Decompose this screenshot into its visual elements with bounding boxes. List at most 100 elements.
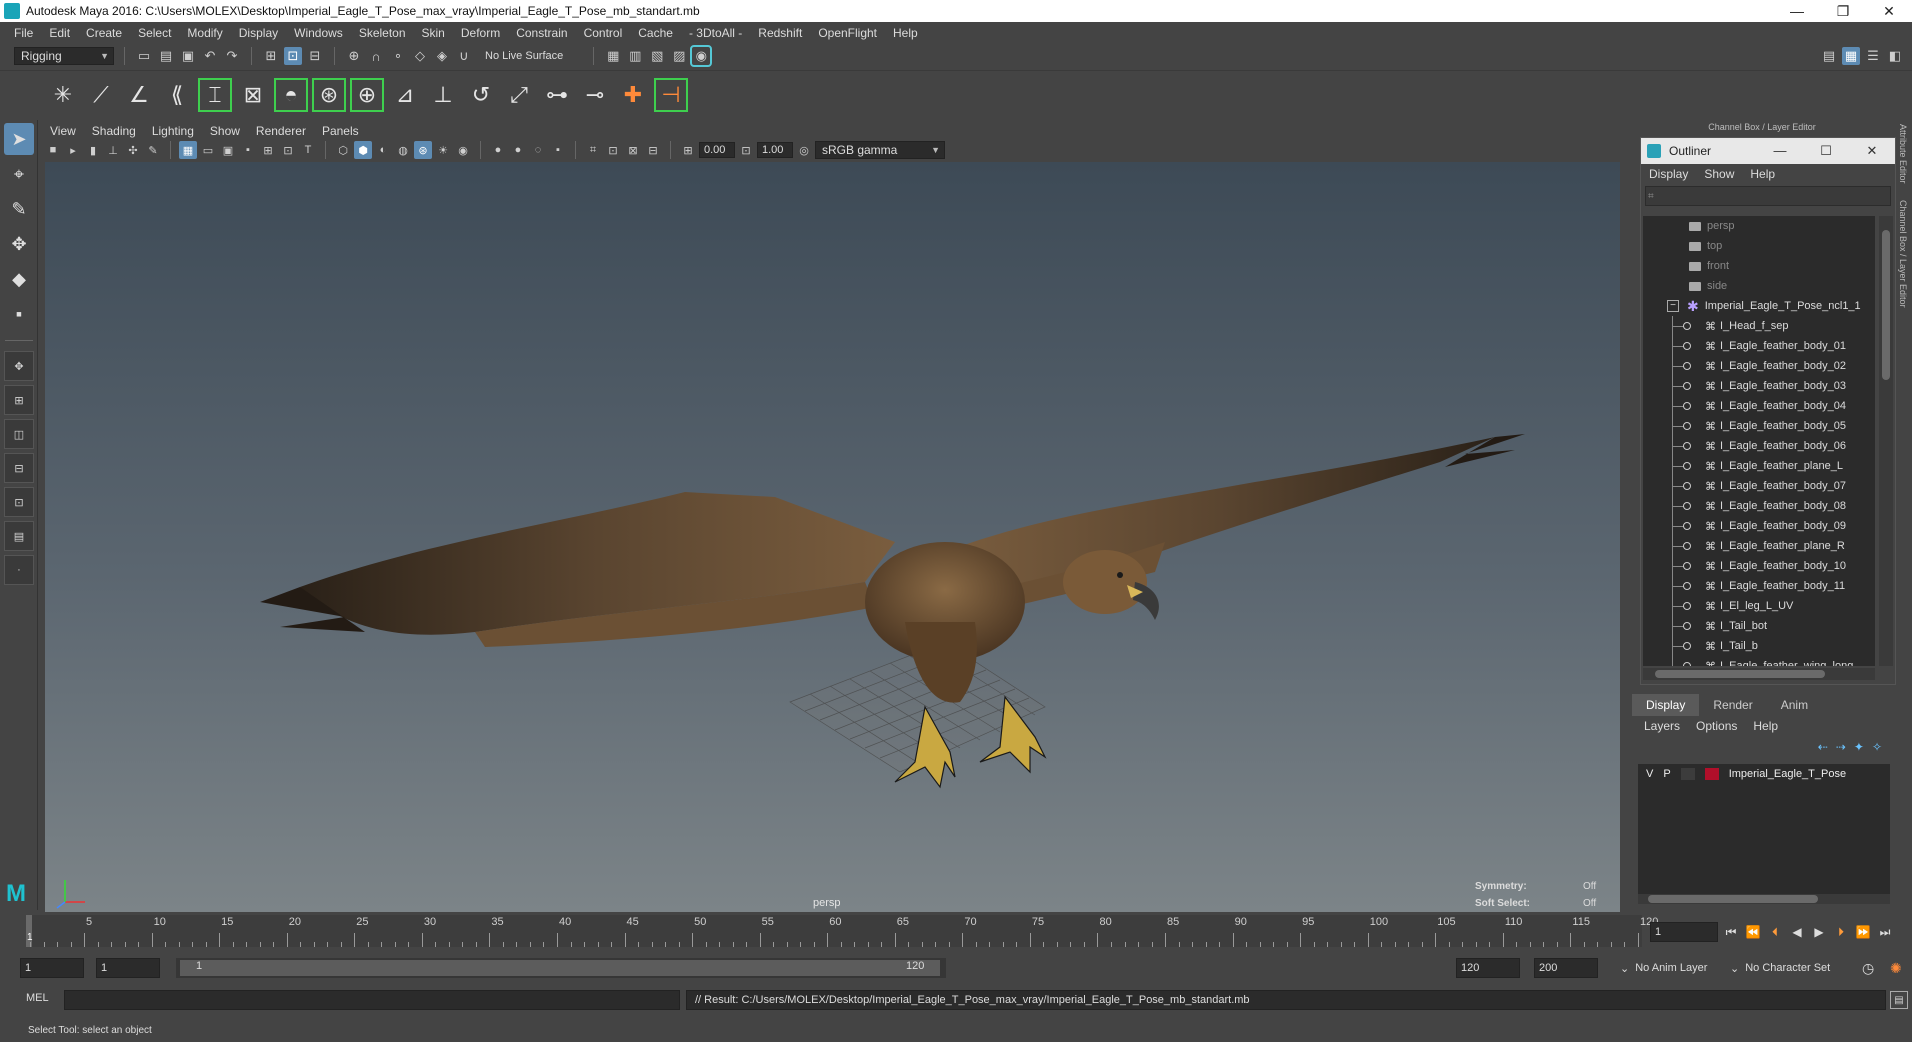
save-scene-icon[interactable]: ▣: [179, 47, 197, 65]
motion-blur-icon[interactable]: ●: [489, 141, 507, 159]
outliner-item-top[interactable]: top: [1643, 236, 1875, 256]
outliner-item-root[interactable]: − ✱ Imperial_Eagle_T_Pose_ncl1_1: [1643, 296, 1875, 316]
outliner-close-button[interactable]: ✕: [1849, 143, 1895, 159]
undo-icon[interactable]: ↶: [201, 47, 219, 65]
isolate-select-icon[interactable]: ▪: [549, 141, 567, 159]
outliner-item-child[interactable]: ⌘ I_Eagle_feather_body_03: [1643, 376, 1875, 396]
outliner-item-child[interactable]: ⌘ I_Tail_b: [1643, 636, 1875, 656]
step-forward-icon[interactable]: ⏩: [1854, 925, 1872, 939]
move-tool-icon[interactable]: ✥: [4, 228, 34, 260]
camera-icon[interactable]: ■: [44, 141, 62, 159]
xray-icon[interactable]: ⌗: [584, 141, 602, 159]
select-component-icon[interactable]: ⊟: [306, 47, 324, 65]
character-set-dropdown[interactable]: ⌄ No Character Set: [1730, 958, 1830, 978]
outliner-item-child[interactable]: ⌘ I_Eagle_feather_body_02: [1643, 356, 1875, 376]
vp-menu-panels[interactable]: Panels: [316, 124, 365, 138]
snap-curve-icon[interactable]: ∩: [367, 47, 385, 65]
layout-outliner-icon[interactable]: ☰: [1864, 47, 1882, 65]
layout-channel-icon[interactable]: ◧: [1886, 47, 1904, 65]
xray-joints-icon[interactable]: ⊡: [604, 141, 622, 159]
tab-attribute-editor[interactable]: Attribute Editor: [1898, 124, 1908, 184]
outliner-tree[interactable]: persp top front side − ✱ Imperial_Eagle_…: [1643, 216, 1875, 666]
smooth-bind-icon[interactable]: ⌶: [198, 77, 232, 112]
outliner-search-input[interactable]: ⌗: [1645, 186, 1891, 206]
resolution-gate-icon[interactable]: ▣: [219, 141, 237, 159]
eagle-model[interactable]: [45, 162, 1620, 912]
paint-select-icon[interactable]: ✎: [4, 193, 34, 225]
snap-grid-icon[interactable]: ⊕: [345, 47, 363, 65]
snap-point-icon[interactable]: ∘: [389, 47, 407, 65]
outliner-item-child[interactable]: ⌘ I_Eagle_feather_body_07: [1643, 476, 1875, 496]
scale-tool-icon[interactable]: ▪: [4, 298, 34, 330]
bookmark-icon[interactable]: ▮: [84, 141, 102, 159]
four-view-icon[interactable]: ⊞: [4, 385, 34, 415]
persp-outliner-icon[interactable]: ⊡: [4, 487, 34, 517]
outliner-item-child[interactable]: ⌘ I_Eagle_feather_body_05: [1643, 416, 1875, 436]
outliner-maximize-button[interactable]: ☐: [1803, 143, 1849, 159]
lattice-icon[interactable]: ⊛: [312, 77, 346, 112]
close-button[interactable]: ✕: [1866, 0, 1912, 22]
paint-weights-icon[interactable]: ◓: [274, 77, 308, 112]
script-editor-icon[interactable]: ▤: [1890, 991, 1908, 1009]
layer-type-toggle[interactable]: [1680, 768, 1695, 780]
outliner-item-child[interactable]: ⌘ I_El_leg_L_UV: [1643, 596, 1875, 616]
snap-surface-icon[interactable]: ◈: [433, 47, 451, 65]
outliner-item-child[interactable]: ⌘ I_Tail_bot: [1643, 616, 1875, 636]
render-settings-icon[interactable]: ▦: [604, 47, 622, 65]
custom-layout-icon[interactable]: ▤: [4, 521, 34, 551]
auto-key-icon[interactable]: ◷: [1862, 958, 1874, 978]
layout-four-icon[interactable]: ▦: [1842, 47, 1860, 65]
menu-help[interactable]: Help: [885, 26, 926, 40]
scroll-thumb[interactable]: [1655, 670, 1825, 678]
safe-title-icon[interactable]: T: [299, 141, 317, 159]
menu-edit[interactable]: Edit: [41, 26, 78, 40]
layer-playback-toggle[interactable]: P: [1663, 768, 1670, 780]
menu-openflight[interactable]: OpenFlight: [810, 26, 885, 40]
ipr-render-icon[interactable]: ▨: [670, 47, 688, 65]
safe-action-icon[interactable]: ⊡: [279, 141, 297, 159]
menu-display[interactable]: Display: [231, 26, 286, 40]
new-layer-selected-icon[interactable]: ✧: [1872, 740, 1882, 754]
command-input[interactable]: [64, 990, 680, 1010]
step-back-key-icon[interactable]: ⏴: [1766, 925, 1784, 940]
vp-menu-view[interactable]: View: [44, 124, 82, 138]
new-scene-icon[interactable]: ▭: [135, 47, 153, 65]
range-slider-handle[interactable]: [180, 960, 940, 976]
current-frame-field[interactable]: 1: [1650, 922, 1718, 942]
gamma-icon[interactable]: ⊡: [737, 141, 755, 159]
layout-single-icon[interactable]: ▤: [1820, 47, 1838, 65]
animation-end-field[interactable]: 200: [1534, 958, 1598, 978]
maximize-button[interactable]: ❐: [1820, 0, 1866, 22]
textured-icon[interactable]: ◍: [394, 141, 412, 159]
outliner-item-child[interactable]: ⌘ I_Eagle_feather_plane_R: [1643, 536, 1875, 556]
outliner-item-child[interactable]: ⌘ I_Head_f_sep: [1643, 316, 1875, 336]
select-object-icon[interactable]: ⊡: [284, 47, 302, 65]
2d-pan-icon[interactable]: ✣: [124, 141, 142, 159]
grease-pencil-icon[interactable]: ✎: [144, 141, 162, 159]
animation-start-field[interactable]: 1: [20, 958, 84, 978]
point-constraint-icon[interactable]: ⊿: [388, 78, 422, 112]
outliner-menu-help[interactable]: Help: [1750, 167, 1775, 181]
bind-skin-icon[interactable]: ⊠: [236, 78, 270, 112]
preferences-icon[interactable]: ✺: [1890, 958, 1902, 978]
render-view-icon[interactable]: ▥: [626, 47, 644, 65]
camera-attributes-icon[interactable]: ▸: [64, 141, 82, 159]
scroll-thumb[interactable]: [1882, 230, 1890, 380]
parent-constraint-icon[interactable]: ⊶: [540, 78, 574, 112]
time-slider[interactable]: 1 5 10 15 20 25 30 35 40 45 50 55 60 65 70 75 80 85 90 95 1…: [26, 915, 1658, 947]
render-frame-icon[interactable]: ▧: [648, 47, 666, 65]
menu-3dtoall[interactable]: - 3DtoAll -: [681, 26, 750, 40]
gate-mask-icon[interactable]: ▪: [239, 141, 257, 159]
layer-visibility-toggle[interactable]: V: [1646, 768, 1653, 780]
collapse-toggle[interactable]: −: [1667, 300, 1679, 312]
shadows-icon[interactable]: ☀: [434, 141, 452, 159]
set-key-icon[interactable]: ⊣: [654, 77, 688, 112]
outliner-item-child[interactable]: ⌘ I_Eagle_feather_body_10: [1643, 556, 1875, 576]
wireframe-icon[interactable]: ⬡: [334, 141, 352, 159]
vp-menu-show[interactable]: Show: [204, 124, 246, 138]
exposure-field[interactable]: 0.00: [699, 142, 735, 158]
menu-redshift[interactable]: Redshift: [750, 26, 810, 40]
menu-skin[interactable]: Skin: [414, 26, 453, 40]
backface-icon[interactable]: ⊟: [644, 141, 662, 159]
outliner-item-child[interactable]: ⌘ I_Eagle_feather_body_11: [1643, 576, 1875, 596]
